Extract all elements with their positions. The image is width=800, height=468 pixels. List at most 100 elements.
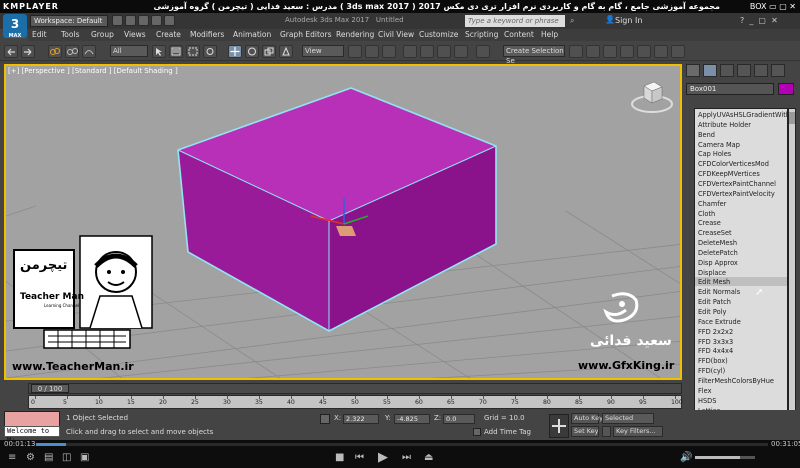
maxscript-listener-pane[interactable] [4,411,60,427]
undo-icon[interactable] [4,45,18,58]
hierarchy-tab-icon[interactable] [720,64,734,77]
menu-help[interactable]: Help [541,30,558,39]
z-coordinate-field[interactable]: 0.0 [443,414,475,424]
auto-key-button[interactable]: Auto Key [571,413,603,424]
key-mode-icon[interactable] [602,426,611,437]
viewport-label[interactable]: [+] [Perspective ] [Standard ] [Default … [8,67,178,75]
modifier-item[interactable]: Bend [698,131,715,139]
layer-explorer-icon[interactable] [603,45,617,58]
menu-edit[interactable]: Edit [32,30,47,39]
menu-scripting[interactable]: Scripting [465,30,498,39]
modifier-item[interactable]: Cloth [698,210,715,218]
magenta-box[interactable] [177,87,497,332]
redo-icon[interactable] [21,45,35,58]
menu-create[interactable]: Create [156,30,181,39]
lock-selection-icon[interactable] [320,414,330,424]
menu-modifiers[interactable]: Modifiers [190,30,224,39]
modify-tab-icon[interactable] [703,64,717,77]
menu-graph-editors[interactable]: Graph Editors [280,30,332,39]
player-stop-icon[interactable]: ■ [335,452,344,463]
modifier-item[interactable]: Edit Poly [698,308,726,316]
modifier-item[interactable]: Edit Patch [698,298,731,306]
reference-coordinate-dropdown[interactable]: View [302,45,344,57]
sign-in-button[interactable]: Sign In [615,16,642,25]
bind-space-warp-icon[interactable] [82,45,96,58]
named-selection-set-dropdown[interactable]: Create Selection Se [503,45,565,65]
set-keys-icon[interactable] [549,414,569,438]
snaps-toggle-icon[interactable] [403,45,417,58]
mirror-icon[interactable] [569,45,583,58]
search-icon[interactable]: ⌕ [570,16,574,26]
max-app-logo[interactable]: 3 MAX [3,14,27,39]
link-icon[interactable] [48,45,62,58]
material-editor-icon[interactable] [671,45,685,58]
rect-selection-icon[interactable] [186,45,200,58]
modifier-item[interactable]: DeleteMesh [698,239,737,247]
motion-tab-icon[interactable] [737,64,751,77]
modifier-list-scrollbar[interactable] [788,108,796,431]
player-next-icon[interactable]: ⏭ [402,452,411,463]
player-capture-icon[interactable]: ▣ [80,452,89,463]
unlink-icon[interactable] [65,45,79,58]
keyboard-shortcut-icon[interactable] [382,45,396,58]
modifier-item[interactable]: FFD(cyl) [698,367,725,375]
object-name-field[interactable]: Box001 [686,83,774,95]
menu-tools[interactable]: Tools [61,30,79,39]
x-coordinate-field[interactable]: 2.322 [343,414,379,424]
modifier-item[interactable]: CFDColorVerticesMod [698,160,769,168]
modifier-item[interactable]: HSDS [698,397,716,405]
viewcube[interactable] [628,74,676,116]
modifier-item[interactable]: Edit Mesh [698,278,730,286]
save-file-icon[interactable] [138,15,149,26]
modifier-item[interactable]: FFD 3x3x3 [698,338,733,346]
window-crossing-icon[interactable] [203,45,217,58]
player-eject-icon[interactable]: ⏏ [424,452,433,463]
selection-filter-dropdown[interactable]: All [110,45,148,57]
window-controls[interactable]: ? _ ▢ ✕ [740,16,778,25]
open-file-icon[interactable] [125,15,136,26]
pivot-center-icon[interactable] [348,45,362,58]
select-place-icon[interactable] [279,45,293,58]
new-file-icon[interactable] [112,15,123,26]
modifier-item[interactable]: CFDKeepMVertices [698,170,760,178]
key-selection-dropdown[interactable]: Selected [602,413,654,424]
menu-customize[interactable]: Customize [419,30,458,39]
align-icon[interactable] [586,45,600,58]
object-color-swatch[interactable] [778,83,794,95]
search-input[interactable]: Type a keyword or phrase [465,15,565,27]
undo-quick-icon[interactable] [151,15,162,26]
player-play-icon[interactable]: ▶ [378,450,388,465]
time-slider[interactable] [28,383,682,394]
menu-civil-view[interactable]: Civil View [378,30,414,39]
angle-snap-icon[interactable] [420,45,434,58]
player-prev-icon[interactable]: ⏮ [355,452,364,463]
edit-named-selection-icon[interactable] [476,45,490,58]
select-by-name-icon[interactable] [169,45,183,58]
select-rotate-icon[interactable] [245,45,259,58]
menu-content[interactable]: Content [504,30,534,39]
select-move-icon[interactable] [228,45,242,58]
workspace-dropdown[interactable]: Workspace: Default [30,15,108,27]
spinner-snap-icon[interactable] [454,45,468,58]
key-filters-button[interactable]: Key Filters... [613,426,663,437]
player-volume-icon[interactable]: 🔊 [680,452,692,463]
modifier-item[interactable]: DeletePatch [698,249,738,257]
utilities-tab-icon[interactable] [771,64,785,77]
modifier-item[interactable]: FFD(box) [698,357,728,365]
redo-quick-icon[interactable] [164,15,175,26]
modifier-item[interactable]: FFD 2x2x2 [698,328,733,336]
time-slider-thumb[interactable]: 0 / 100 [31,384,69,393]
modifier-item[interactable]: Chamfer [698,200,726,208]
modifier-list[interactable]: ApplyUVAsHSLGradientWithMid Attribute Hol… [694,108,788,431]
menu-animation[interactable]: Animation [233,30,271,39]
modifier-item[interactable]: Edit Normals [698,288,740,296]
modifier-item[interactable]: FilterMeshColorsByHue [698,377,774,385]
select-scale-icon[interactable] [262,45,276,58]
modifier-item[interactable]: Displace [698,269,726,277]
modifier-item[interactable]: CreaseSet [698,229,732,237]
modifier-item[interactable]: Attribute Holder [698,121,751,129]
graphite-ribbon-icon[interactable] [620,45,634,58]
player-subtitle-icon[interactable]: ▤ [44,452,53,463]
select-object-icon[interactable] [152,45,166,58]
modifier-item[interactable]: Face Extrude [698,318,741,326]
